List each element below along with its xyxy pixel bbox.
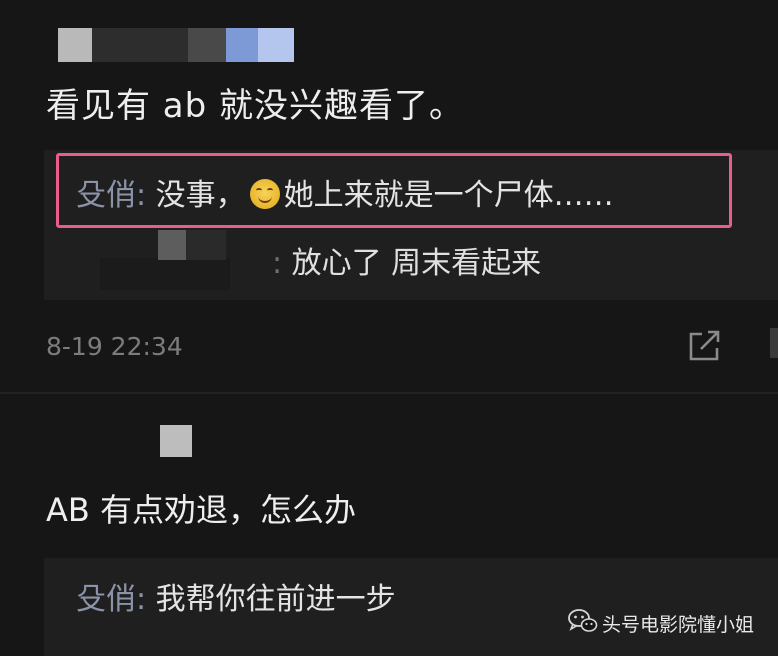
reply-item: 殳俏: 我帮你往前进一步 — [76, 574, 396, 618]
reply-username[interactable]: 殳俏 — [76, 582, 136, 617]
smiling-emoji-icon — [249, 179, 280, 209]
reply-body-continued: 她上来就是一个尸体…… — [283, 178, 614, 213]
watermark-text: 头号电影院懂小姐 — [602, 614, 755, 636]
reply-colon: : — [136, 582, 147, 617]
reply-username[interactable]: 殳俏 — [76, 178, 136, 213]
reply-colon: : — [272, 246, 283, 281]
blurred-username — [58, 28, 294, 62]
blurred-username — [158, 230, 226, 260]
share-icon[interactable] — [688, 330, 722, 362]
reply-body: 没事， — [146, 178, 246, 213]
comment-text: AB 有点劝退，怎么办 — [46, 491, 357, 529]
wechat-icon — [568, 609, 598, 632]
reply-body: 放心了 周末看起来 — [282, 246, 542, 281]
reply-body: 我帮你往前进一步 — [146, 582, 396, 617]
reply-item: 殳俏: 没事， 她上来就是一个尸体…… — [76, 170, 614, 214]
reply-colon: : — [136, 178, 147, 213]
comment-timestamp: 8-19 22:34 — [46, 332, 183, 361]
edge-control — [770, 328, 778, 358]
reply-item: : 放心了 周末看起来 — [272, 238, 541, 282]
divider — [0, 392, 778, 394]
blurred-username — [160, 425, 192, 457]
comment-text: 看见有 ab 就没兴趣看了。 — [46, 86, 465, 126]
blurred-avatar-background — [100, 258, 230, 290]
